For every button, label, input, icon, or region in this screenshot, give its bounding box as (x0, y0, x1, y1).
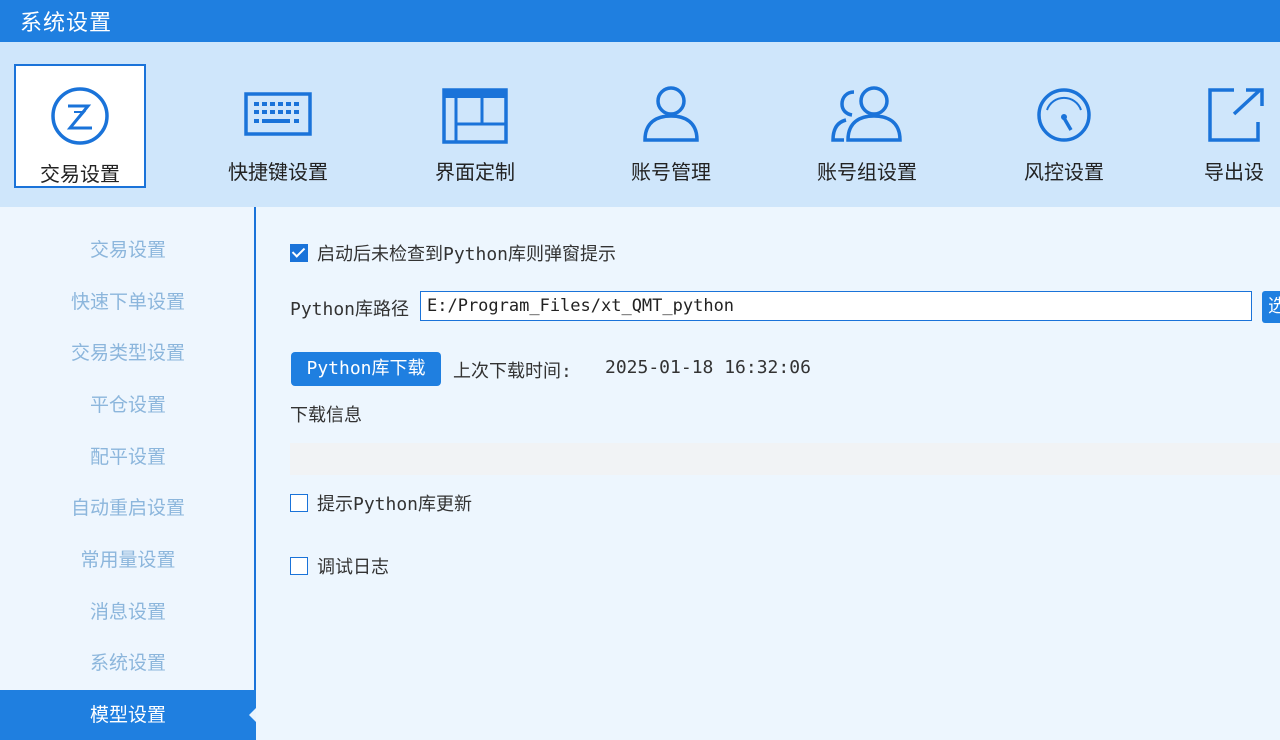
last-download-label: 上次下载时间: (453, 361, 572, 382)
sidebar-item-common-quantity[interactable]: 常用量设置 (0, 535, 256, 585)
window-title: 系统设置 (20, 11, 113, 36)
last-download-time: 2025-01-18 16:32:06 (605, 357, 811, 378)
path-label: Python库路径 (290, 299, 410, 320)
sidebar-item-auto-restart[interactable]: 自动重启设置 (0, 483, 256, 533)
debug-check-label: 调试日志 (317, 557, 389, 578)
update-checkbox[interactable] (290, 494, 308, 512)
keyboard-icon (244, 92, 312, 136)
gauge-icon (1037, 88, 1091, 142)
tool-label: 界面定制 (435, 160, 515, 184)
sidebar-item-balance[interactable]: 配平设置 (0, 432, 256, 482)
tool-label: 账号组设置 (817, 160, 917, 184)
tool-export-settings[interactable]: 导出设 (1194, 64, 1280, 188)
sidebar-item-system[interactable]: 系统设置 (0, 638, 256, 688)
python-download-button[interactable]: Python库下载 (291, 352, 441, 386)
sidebar-item-close-position[interactable]: 平仓设置 (0, 380, 256, 430)
popup-checkbox[interactable] (290, 244, 308, 262)
layout-icon (442, 88, 508, 144)
debug-check-row[interactable]: 调试日志 (290, 553, 389, 579)
tool-label: 快捷键设置 (228, 160, 328, 184)
update-check-label: 提示Python库更新 (317, 494, 473, 515)
trade-settings-icon (51, 87, 109, 145)
tool-label: 交易设置 (40, 162, 120, 186)
settings-toolbar: 交易设置 快捷键设置 界面定制 账号管理 账号组设置 风控设置 导出设 (0, 42, 1280, 207)
choose-path-button[interactable]: 选 (1262, 291, 1280, 323)
tool-trade-settings[interactable]: 交易设置 (14, 64, 146, 188)
tool-account-management[interactable]: 账号管理 (605, 64, 737, 188)
sidebar-item-trade[interactable]: 交易设置 (0, 225, 256, 275)
tool-shortcut-settings[interactable]: 快捷键设置 (212, 64, 344, 188)
sidebar-item-quick-order[interactable]: 快速下单设置 (0, 277, 256, 327)
update-check-row[interactable]: 提示Python库更新 (290, 490, 472, 516)
tool-label: 账号管理 (631, 160, 711, 184)
user-group-icon (831, 86, 902, 142)
model-settings-panel: 启动后未检查到Python库则弹窗提示 Python库路径 E:/Program… (256, 207, 1280, 740)
sidebar-item-trade-type[interactable]: 交易类型设置 (0, 328, 256, 378)
title-bar: 系统设置 (0, 0, 1280, 42)
settings-sidebar: 交易设置 快速下单设置 交易类型设置 平仓设置 配平设置 自动重启设置 常用量设… (0, 207, 256, 740)
download-info-label: 下载信息 (290, 405, 362, 426)
user-icon (643, 86, 699, 142)
tool-risk-settings[interactable]: 风控设置 (998, 64, 1130, 188)
tool-label: 风控设置 (1024, 160, 1104, 184)
tool-ui-customize[interactable]: 界面定制 (409, 64, 541, 188)
sidebar-item-message[interactable]: 消息设置 (0, 587, 256, 637)
sidebar-item-model[interactable]: 模型设置 (0, 690, 256, 740)
tool-account-group-settings[interactable]: 账号组设置 (801, 64, 933, 188)
download-progress-bar (290, 443, 1280, 475)
export-icon (1208, 88, 1264, 142)
python-path-input[interactable]: E:/Program_Files/xt_QMT_python (420, 291, 1252, 321)
tool-label: 导出设 (1204, 160, 1264, 184)
debug-checkbox[interactable] (290, 557, 308, 575)
popup-check-label: 启动后未检查到Python库则弹窗提示 (317, 244, 617, 265)
popup-check-row[interactable]: 启动后未检查到Python库则弹窗提示 (290, 240, 616, 266)
